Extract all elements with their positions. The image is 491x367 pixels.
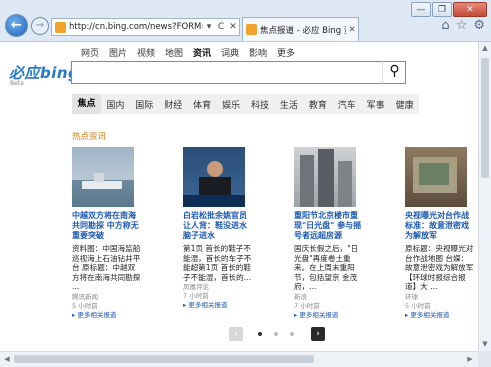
scroll-left-arrow-icon[interactable]: ◀ [1, 353, 13, 365]
news-headline[interactable]: 重阳节北京楼市重现"日光盘" 参与摇号者远超房源 [294, 211, 364, 241]
news-card: 央视曝光对台作战标准：故意泄密戏为解放军 原标题：央视曝光对台作战地图 台媒：故… [405, 147, 475, 319]
news-source: 新浪 [294, 292, 307, 301]
tab-education[interactable]: 教育 [303, 98, 332, 111]
tab-health[interactable]: 健康 [390, 98, 419, 111]
settings-gear-icon[interactable]: ⚙ [473, 18, 485, 33]
maximize-button[interactable]: ❐ [432, 2, 452, 17]
minimize-button[interactable]: — [411, 2, 431, 17]
more-related-link[interactable]: ▸ 更多相关报道 [405, 311, 475, 319]
window-controls: — ❐ ✕ [411, 2, 487, 18]
tab-entertainment[interactable]: 娱乐 [217, 98, 246, 111]
tab-close-icon[interactable]: ✕ [346, 25, 358, 35]
tab-auto[interactable]: 汽车 [332, 98, 361, 111]
carousel-dot[interactable] [290, 332, 294, 336]
scroll-up-arrow-icon[interactable]: ▲ [479, 42, 491, 54]
news-time: 5 小时前 [72, 301, 98, 310]
news-snippet: 资料图：中国海监船巡视海上石油钻井平台 原标题：中越双方将在南海共同勘探 ... [72, 244, 141, 292]
news-thumbnail[interactable] [405, 147, 467, 207]
news-snippet: 原标题：央视曝光对台作战地图 台媒：故意泄密戏为解放军【环球时报综合报道】大 .… [405, 244, 474, 292]
horizontal-scrollbar[interactable]: ◀ ▶ [0, 351, 478, 367]
search-dropdown-icon[interactable]: ▾ [203, 22, 215, 32]
section-title: 热点资讯 [72, 132, 107, 142]
horizontal-scroll-thumb[interactable] [14, 355, 314, 363]
more-related-link[interactable]: ▸ 更多相关报道 [294, 311, 364, 319]
favorites-star-icon[interactable]: ☆ [456, 18, 468, 33]
news-thumbnail[interactable] [294, 147, 356, 207]
tab-domestic[interactable]: 国内 [101, 98, 130, 111]
news-thumbnail[interactable] [183, 147, 245, 207]
search-input[interactable] [71, 61, 406, 84]
news-snippet: 国庆长假之后，"日光盘"再度卷土重来。在上周末重阳节，包括望京 金茂府，... [294, 244, 359, 292]
forward-button[interactable]: → [31, 17, 49, 35]
tab-finance[interactable]: 财经 [159, 98, 188, 111]
page-content: 网页 图片 视频 地图 资讯 词典 影响力 更多 必应bing Beta ⚲ 焦… [0, 42, 478, 351]
refresh-icon[interactable]: C [215, 22, 227, 32]
bing-favicon-icon [55, 21, 66, 33]
toolbar-icons: ⌂ ☆ ⚙ [441, 18, 485, 33]
vertical-scroll-thumb[interactable] [481, 58, 489, 178]
logo-beta-label: Beta [10, 80, 24, 87]
tab-focus[interactable]: 焦点 [72, 94, 101, 114]
back-arrow-icon: ← [11, 18, 22, 33]
news-time: 7 小时前 [294, 301, 320, 310]
news-headline[interactable]: 中越双方将在南海共同勘探 中方称无重要突破 [72, 211, 142, 241]
address-url[interactable]: http://cn.bing.com/news?FORM=Z9LH [69, 22, 203, 32]
news-time: 5 小时前 [405, 301, 431, 310]
back-button[interactable]: ← [5, 14, 28, 37]
scrollbar-corner [478, 351, 491, 367]
vertical-scrollbar[interactable]: ▲ ▼ [478, 42, 491, 351]
tab-military[interactable]: 军事 [361, 98, 390, 111]
tab-international[interactable]: 国际 [130, 98, 159, 111]
carousel-next-button[interactable]: › [311, 327, 325, 341]
stop-icon[interactable]: ✕ [227, 22, 239, 32]
news-source: 腾讯新闻 [72, 292, 98, 301]
carousel-prev-button[interactable]: ‹ [229, 327, 243, 341]
news-source: 凤凰评论 [183, 283, 209, 292]
tab-sports[interactable]: 体育 [188, 98, 217, 111]
tab-title: 焦点报道 - 必应 Bing 资讯 [260, 25, 346, 36]
browser-tab[interactable]: 焦点报道 - 必应 Bing 资讯 ✕ [242, 17, 359, 41]
home-icon[interactable]: ⌂ [441, 18, 449, 33]
scroll-down-arrow-icon[interactable]: ▼ [479, 338, 491, 350]
search-button[interactable]: ⚲ [382, 61, 406, 84]
tab-tech[interactable]: 科技 [246, 98, 275, 111]
address-bar[interactable]: http://cn.bing.com/news?FORM=Z9LH ▾ C ✕ [51, 18, 240, 36]
news-time: 7 小时前 [183, 292, 209, 301]
tab-favicon-icon [246, 24, 257, 35]
news-card: 重阳节北京楼市重现"日光盘" 参与摇号者远超房源 国庆长假之后，"日光盘"再度卷… [294, 147, 364, 319]
category-tabs: 焦点 国内 国际 财经 体育 娱乐 科技 生活 教育 汽车 军事 健康 [72, 94, 419, 114]
carousel-dot[interactable] [274, 332, 278, 336]
forward-arrow-icon: → [35, 20, 45, 31]
more-related-link[interactable]: ▸ 更多相关报道 [183, 301, 253, 309]
tab-life[interactable]: 生活 [274, 98, 303, 111]
search-icon: ⚲ [389, 63, 400, 79]
news-card: 白岩松批余姚官员让人背：鞋没进水脑子进水 第1页 首长的鞋子不能湿，首长的车子不… [183, 147, 253, 309]
more-related-link[interactable]: ▸ 更多相关报道 [72, 311, 142, 319]
news-source: 环球 [405, 292, 418, 301]
scroll-right-arrow-icon[interactable]: ▶ [464, 353, 476, 365]
news-headline[interactable]: 央视曝光对台作战标准：故意泄密戏为解放军 [405, 211, 475, 241]
news-headline[interactable]: 白岩松批余姚官员让人背：鞋没进水脑子进水 [183, 211, 253, 241]
news-card: 中越双方将在南海共同勘探 中方称无重要突破 资料图：中国海监船巡视海上石油钻井平… [72, 147, 142, 319]
news-snippet: 第1页 首长的鞋子不能湿，首长的车子不能超第1页 首长的鞋子不能湿，首长的... [183, 244, 252, 282]
news-thumbnail[interactable] [72, 147, 134, 207]
close-window-button[interactable]: ✕ [453, 2, 487, 17]
carousel-dot-active[interactable] [258, 332, 262, 336]
